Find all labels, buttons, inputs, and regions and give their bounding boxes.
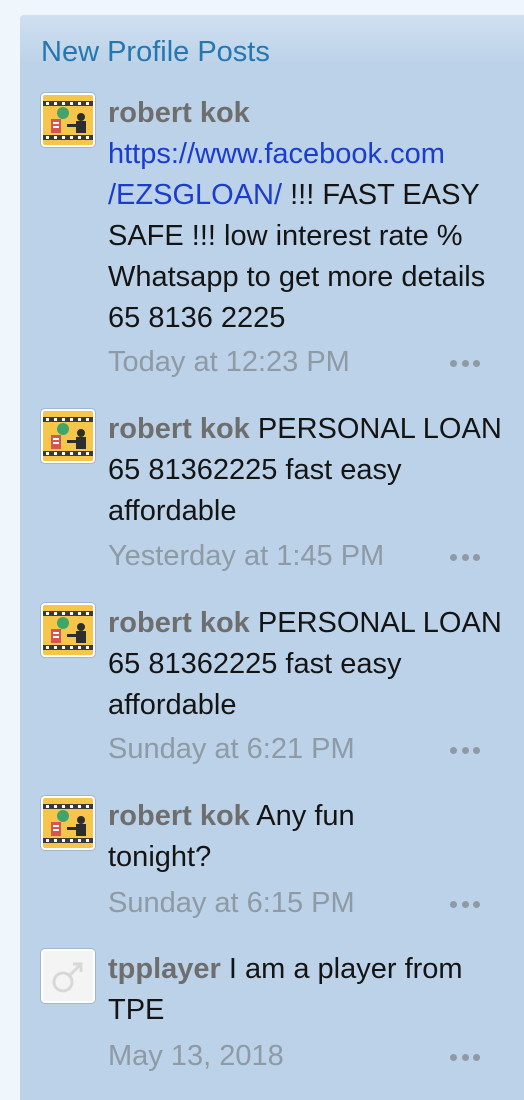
post-username[interactable]: robert kok [108, 413, 250, 445]
post-username[interactable]: tpplayer [108, 953, 221, 985]
post-content: robert kok https://www.facebook.com/EZSG… [108, 93, 508, 339]
post-content: robert kok Any fun tonight? [108, 796, 408, 878]
post-content: robert kok PERSONAL LOAN 65 81362225 fas… [108, 603, 508, 726]
more-options-icon[interactable] [450, 552, 480, 562]
money-bag-avatar-icon[interactable] [41, 796, 95, 850]
post-username[interactable]: robert kok [108, 97, 250, 129]
post-time[interactable]: Today at 12:23 PM [108, 346, 350, 379]
more-options-icon[interactable] [450, 899, 480, 909]
more-options-icon[interactable] [450, 358, 480, 368]
post-time[interactable]: Sunday at 6:15 PM [108, 887, 355, 920]
male-symbol-avatar-icon[interactable] [41, 949, 95, 1003]
money-bag-avatar-icon[interactable] [41, 603, 95, 657]
post-time[interactable]: Yesterday at 1:45 PM [108, 540, 384, 573]
post-username[interactable]: robert kok [108, 607, 250, 639]
more-options-icon[interactable] [450, 745, 480, 755]
post-username[interactable]: robert kok [108, 800, 250, 832]
post-content: tpplayer I am a player from TPE [108, 949, 508, 1031]
post-time[interactable]: May 13, 2018 [108, 1040, 284, 1073]
post-time[interactable]: Sunday at 6:21 PM [108, 733, 355, 766]
more-options-icon[interactable] [450, 1052, 480, 1062]
block-title[interactable]: New Profile Posts [41, 36, 270, 69]
money-bag-avatar-icon[interactable] [41, 409, 95, 463]
money-bag-avatar-icon[interactable] [41, 93, 95, 147]
post-content: robert kok PERSONAL LOAN 65 81362225 fas… [108, 409, 508, 532]
